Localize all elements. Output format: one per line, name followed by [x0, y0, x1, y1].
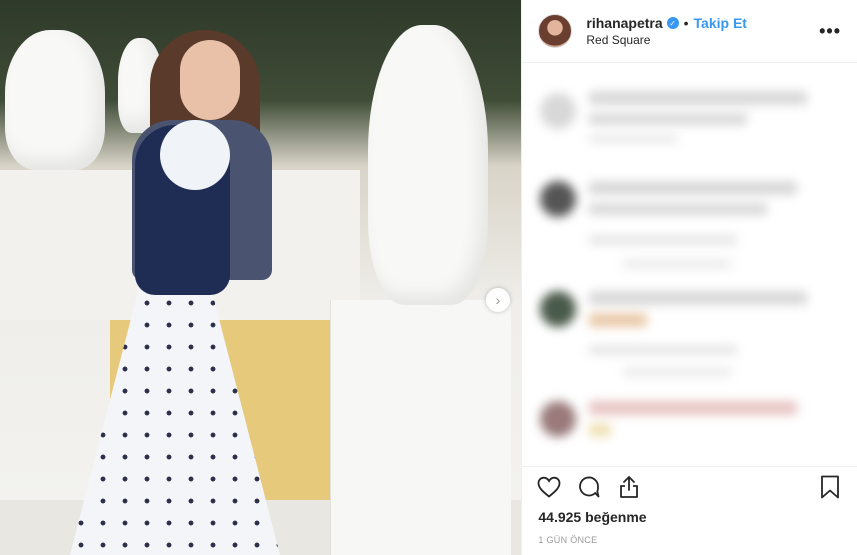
blurred-text [588, 235, 739, 245]
blurred-text [588, 203, 769, 215]
comment-icon[interactable] [576, 474, 602, 500]
blurred-avatar [540, 291, 577, 327]
blurred-text [588, 423, 613, 437]
header-info: rihanapetra ✓ • Takip Et Red Square [586, 15, 819, 47]
post-photo[interactable]: › [0, 0, 522, 555]
blurred-text [588, 91, 809, 105]
blurred-text [588, 291, 809, 305]
username-link[interactable]: rihanapetra [586, 15, 662, 31]
comments-area-blurred [522, 63, 857, 466]
heart-icon[interactable] [536, 474, 562, 500]
blurred-text [588, 113, 749, 125]
like-count[interactable]: 44.925 beğenme [522, 507, 857, 531]
post-sidebar: rihanapetra ✓ • Takip Et Red Square ••• [521, 0, 857, 555]
location-link[interactable]: Red Square [586, 33, 819, 47]
blurred-text [622, 259, 733, 269]
blurred-text [622, 367, 733, 377]
follow-button[interactable]: Takip Et [694, 15, 747, 31]
baby-hat [160, 120, 230, 190]
post-timestamp[interactable]: 1 GÜN ÖNCE [522, 531, 857, 555]
action-bar [522, 466, 857, 507]
lion-statue-right [368, 25, 488, 305]
blurred-text [588, 401, 799, 415]
bookmark-icon[interactable] [817, 474, 843, 500]
blurred-avatar [540, 93, 577, 129]
instagram-post: › rihanapetra ✓ • Takip Et Red Square ••… [0, 0, 857, 555]
statue-pedestal [330, 300, 511, 555]
blurred-avatar [540, 401, 577, 437]
post-header: rihanapetra ✓ • Takip Et Red Square ••• [522, 0, 857, 63]
blurred-text [588, 313, 649, 327]
share-icon[interactable] [616, 474, 642, 500]
blurred-text [588, 345, 739, 355]
blurred-avatar [540, 181, 577, 217]
blurred-text [588, 181, 799, 195]
verified-badge-icon: ✓ [666, 17, 679, 29]
blurred-text [588, 135, 679, 143]
woman-face [180, 40, 240, 120]
separator-dot: • [683, 15, 689, 31]
chevron-right-icon: › [495, 292, 501, 308]
next-photo-button[interactable]: › [486, 288, 510, 312]
lion-statue-left [5, 30, 105, 170]
avatar[interactable] [538, 14, 573, 48]
more-options-icon[interactable]: ••• [819, 21, 841, 42]
